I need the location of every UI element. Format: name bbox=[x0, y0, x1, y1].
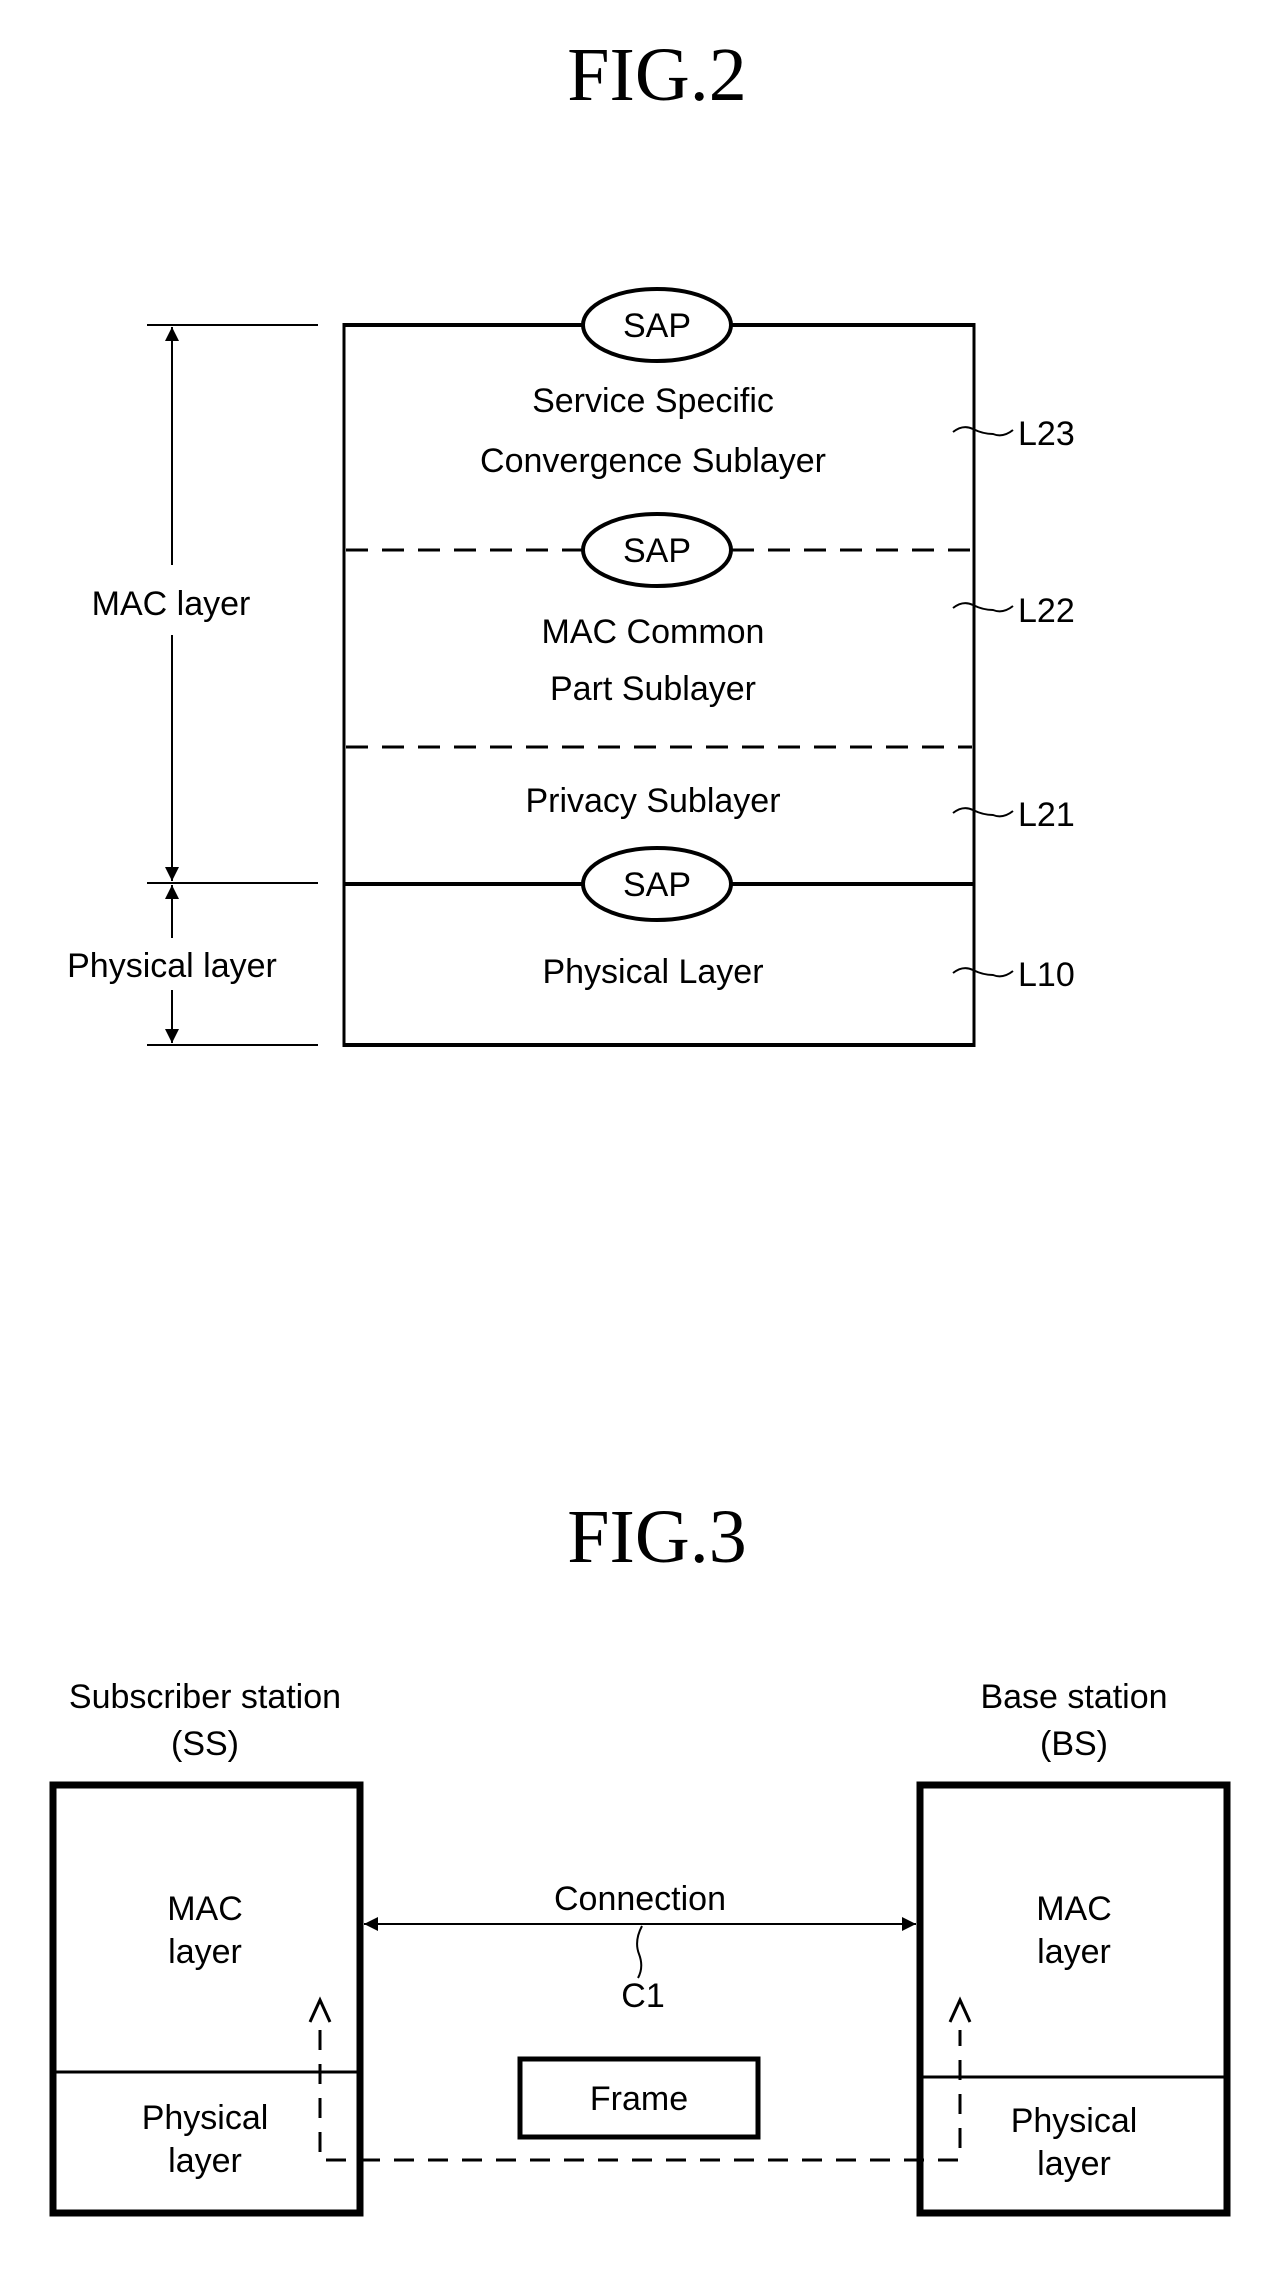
frame-label: Frame bbox=[590, 2080, 688, 2118]
c1-leader-squiggle bbox=[636, 1925, 643, 1979]
subscriber-station: Subscriber station (SS) MAC layer Physic… bbox=[49, 1678, 364, 2217]
fig2-title: FIG.2 bbox=[567, 33, 746, 117]
sap-label: SAP bbox=[623, 532, 691, 570]
l22-label-line1: MAC Common bbox=[542, 613, 765, 651]
l23-ref: L23 bbox=[1018, 415, 1075, 453]
ss-phy-line2: layer bbox=[168, 2142, 242, 2180]
bs-name-line1: Base station bbox=[980, 1678, 1167, 1716]
mac-layer-label: MAC layer bbox=[92, 585, 251, 623]
sap-middle: SAP bbox=[581, 512, 733, 588]
physical-layer-label: Physical layer bbox=[67, 947, 277, 985]
l10-label: Physical Layer bbox=[542, 953, 763, 991]
sap-label: SAP bbox=[623, 866, 691, 904]
sap-bottom: SAP bbox=[581, 846, 733, 922]
l23-leader-squiggle bbox=[952, 426, 1014, 437]
patent-drawing-sheet: FIG.2 MAC layer Physical layer SAP SAP S… bbox=[49, 33, 1231, 2217]
base-station: Base station (BS) MAC layer Physical lay… bbox=[916, 1678, 1231, 2217]
bs-mac-line1: MAC bbox=[1036, 1890, 1112, 1928]
l22-leader-squiggle bbox=[952, 602, 1014, 613]
l21-leader-squiggle bbox=[952, 807, 1014, 818]
l21-ref: L21 bbox=[1018, 796, 1075, 834]
ss-phy-line1: Physical bbox=[142, 2099, 269, 2137]
ss-mac-line1: MAC bbox=[167, 1890, 243, 1928]
fig3-title: FIG.3 bbox=[567, 1495, 746, 1579]
l22-label-line2: Part Sublayer bbox=[550, 670, 756, 708]
connection-ref: C1 bbox=[621, 1977, 664, 2015]
sap-top: SAP bbox=[581, 287, 733, 363]
ss-name-line1: Subscriber station bbox=[69, 1678, 341, 1716]
l10-ref: L10 bbox=[1018, 956, 1075, 994]
l22-ref: L22 bbox=[1018, 592, 1075, 630]
l21-label: Privacy Sublayer bbox=[525, 782, 780, 820]
l23-label-line2: Convergence Sublayer bbox=[480, 442, 826, 480]
l10-leader-squiggle bbox=[952, 967, 1014, 978]
connection-label: Connection bbox=[554, 1880, 726, 1918]
bs-name-line2: (BS) bbox=[1040, 1725, 1108, 1763]
sap-label: SAP bbox=[623, 307, 691, 345]
bs-phy-line2: layer bbox=[1037, 2145, 1111, 2183]
bs-mac-line2: layer bbox=[1037, 1933, 1111, 1971]
figure-3: FIG.3 Subscriber station (SS) MAC layer … bbox=[49, 1495, 1231, 2217]
bs-phy-line1: Physical bbox=[1011, 2102, 1138, 2140]
l23-label-line1: Service Specific bbox=[532, 382, 774, 420]
figure-2: FIG.2 MAC layer Physical layer SAP SAP S… bbox=[67, 33, 1075, 1047]
ss-mac-line2: layer bbox=[168, 1933, 242, 1971]
ss-name-line2: (SS) bbox=[171, 1725, 239, 1763]
